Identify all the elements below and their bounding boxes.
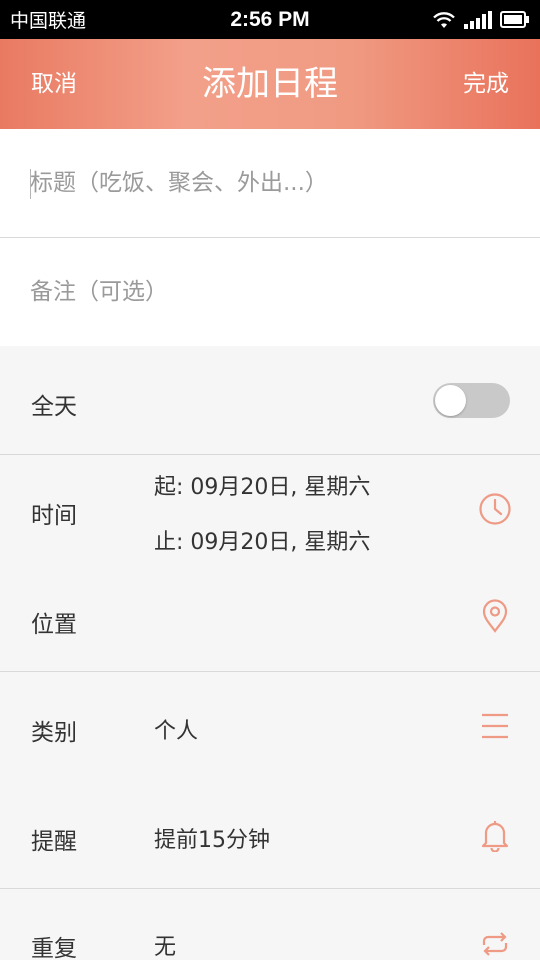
title-input[interactable] [30,129,510,237]
reminder-label: 提醒 [31,829,77,855]
time-label: 时间 [31,503,77,529]
category-value: 个人 [154,719,199,744]
location-pin-icon [482,599,508,633]
title-field-row [0,129,540,237]
clock-icon [479,493,511,525]
text-cursor [30,169,31,199]
menu-list-icon [482,713,508,739]
location-label: 位置 [31,612,77,638]
divider [0,888,540,889]
toggle-knob [435,385,466,416]
note-field-row [0,238,540,346]
status-bar: 中国联通 2:56 PM [0,0,540,39]
status-time: 2:56 PM [230,7,310,31]
end-time-value[interactable]: 止: 09月20日, 星期六 [154,524,370,556]
repeat-label: 重复 [31,936,77,960]
divider [0,671,540,672]
nav-bar: 取消 添加日程 完成 [0,39,540,129]
repeat-icon [482,932,508,956]
note-input[interactable] [30,238,510,346]
all-day-label: 全天 [31,394,77,420]
divider [0,454,540,455]
done-button[interactable]: 完成 [463,39,509,129]
repeat-value: 无 [154,935,177,960]
all-day-toggle[interactable] [433,383,510,418]
start-time-value[interactable]: 起: 09月20日, 星期六 [154,469,370,501]
page-title: 添加日程 [202,64,338,104]
category-label: 类别 [31,720,77,746]
bell-icon [481,821,509,852]
reminder-value: 提前15分钟 [154,828,270,853]
